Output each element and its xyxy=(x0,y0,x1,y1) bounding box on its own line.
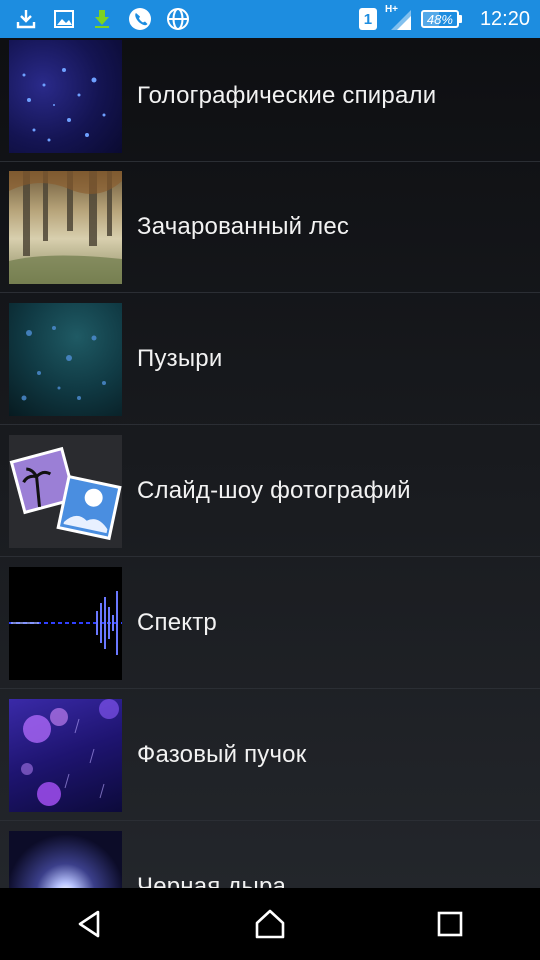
wallpaper-title: Фазовый пучок xyxy=(137,741,307,768)
notification-icons xyxy=(14,7,190,31)
status-bar: 1 H+ 48% 12:20 xyxy=(0,0,540,38)
recents-button[interactable] xyxy=(420,894,480,954)
signal-icon xyxy=(390,10,411,30)
list-item[interactable]: Слайд-шоу фотографий xyxy=(0,426,540,557)
battery-tip xyxy=(458,15,462,23)
back-button[interactable] xyxy=(60,894,120,954)
list-item[interactable]: Пузыри xyxy=(0,294,540,425)
battery-indicator: 48% xyxy=(420,10,462,28)
wallpaper-title: Слайд-шоу фотографий xyxy=(137,477,411,504)
live-wallpaper-list[interactable]: Голографические спирали Зачарованный лес xyxy=(0,38,540,888)
wallpaper-title: Черная дыра xyxy=(137,873,287,888)
image-icon xyxy=(52,7,76,31)
globe-icon xyxy=(166,7,190,31)
navigation-bar xyxy=(0,888,540,960)
signal-indicator: H+ xyxy=(385,4,413,32)
home-button[interactable] xyxy=(240,894,300,954)
system-indicators: 1 H+ 48% 12:20 xyxy=(358,4,530,32)
list-item[interactable]: Спектр xyxy=(0,558,540,689)
list-item[interactable]: Фазовый пучок xyxy=(0,690,540,821)
wallpaper-thumbnail xyxy=(9,435,122,548)
phone-icon xyxy=(128,7,152,31)
wallpaper-title: Пузыри xyxy=(137,345,223,372)
recents-icon xyxy=(437,911,463,937)
wallpaper-title: Зачарованный лес xyxy=(137,213,350,240)
download-icon xyxy=(14,7,38,31)
list-item[interactable]: Черная дыра xyxy=(0,822,540,888)
list-item[interactable]: Голографические спирали xyxy=(0,38,540,162)
wallpaper-thumbnail xyxy=(9,831,122,888)
wallpaper-thumbnail xyxy=(9,171,122,284)
download-green-icon xyxy=(90,7,114,31)
wallpaper-thumbnail xyxy=(9,567,122,680)
wallpaper-title: Спектр xyxy=(137,609,217,636)
home-icon xyxy=(255,909,285,939)
sim-badge: 1 xyxy=(358,8,377,30)
list-item[interactable]: Зачарованный лес xyxy=(0,162,540,293)
wallpaper-title: Голографические спирали xyxy=(137,82,437,109)
wallpaper-thumbnail xyxy=(9,40,122,153)
battery-percent: 48% xyxy=(426,11,453,27)
wallpaper-thumbnail xyxy=(9,699,122,812)
back-icon xyxy=(78,910,100,938)
clock: 12:20 xyxy=(479,7,530,30)
wallpaper-thumbnail xyxy=(9,303,122,416)
battery-icon: 48% xyxy=(420,10,459,28)
